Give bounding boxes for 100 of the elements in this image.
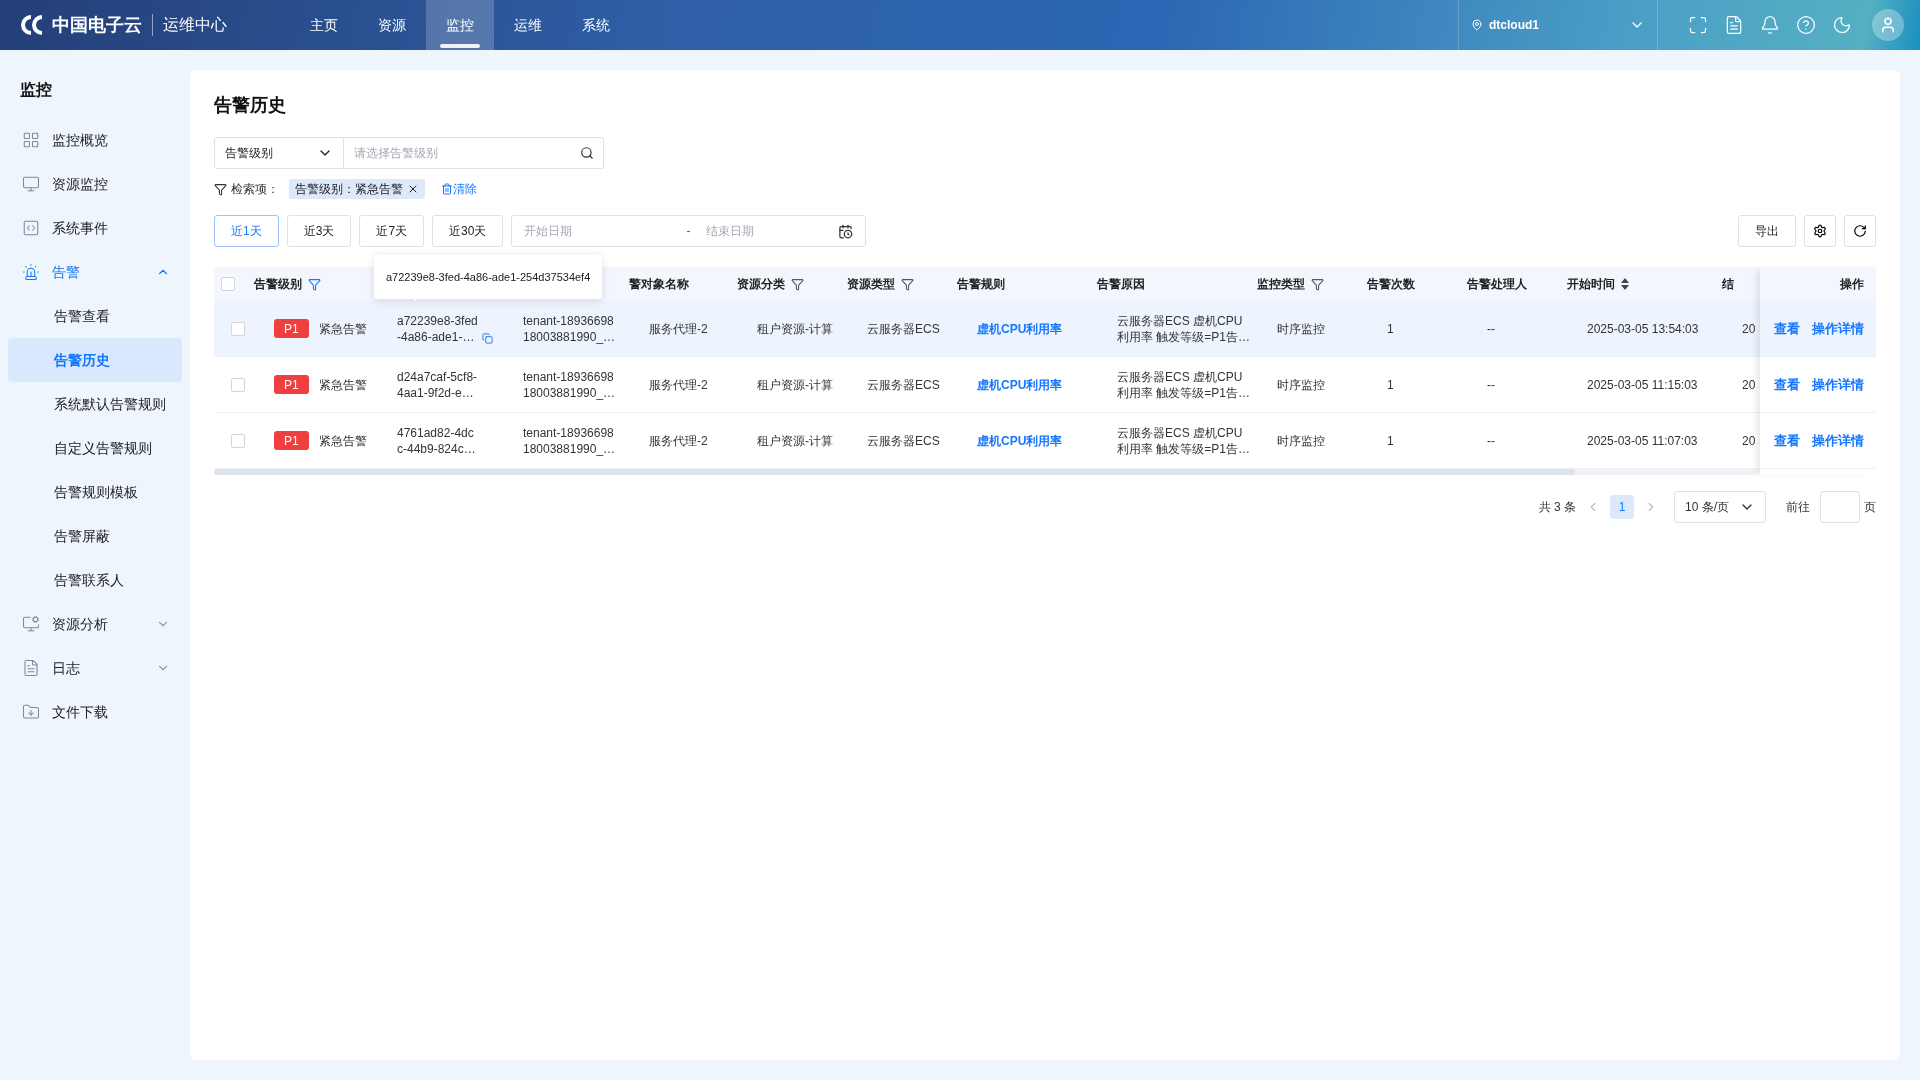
action-link[interactable]: 查看: [1774, 318, 1800, 339]
table-cell: 服务代理-2: [649, 376, 708, 393]
filter-icon[interactable]: [1311, 277, 1324, 291]
column-header: 警对象名称: [629, 276, 689, 293]
action-link[interactable]: 查看: [1774, 374, 1800, 395]
action-link[interactable]: 操作详情: [1812, 318, 1864, 339]
action-link[interactable]: 操作详情: [1812, 430, 1864, 451]
refresh-button[interactable]: [1844, 215, 1876, 247]
settings-button[interactable]: [1804, 215, 1836, 247]
moon-icon[interactable]: [1832, 15, 1852, 35]
sidebar-item[interactable]: 告警: [8, 250, 182, 294]
table-cell: --: [1487, 320, 1495, 337]
column-header: 告警次数: [1367, 276, 1415, 293]
nav-tab[interactable]: 系统: [562, 0, 630, 50]
column-header: 结: [1722, 276, 1734, 293]
checkbox[interactable]: [231, 377, 245, 392]
column-header: 开始时间: [1567, 276, 1615, 293]
checkbox[interactable]: [221, 277, 235, 291]
help-icon[interactable]: [1796, 15, 1816, 35]
search-field[interactable]: 请选择告警级别: [344, 137, 604, 169]
copy-icon[interactable]: [481, 332, 493, 344]
product-name: 运维中心: [163, 15, 227, 35]
sidebar-item[interactable]: 文件下载: [8, 690, 182, 734]
table-cell: 1: [1387, 320, 1394, 337]
sidebar-item[interactable]: 资源监控: [8, 162, 182, 206]
table-cell: 时序监控: [1277, 432, 1325, 449]
range-button[interactable]: 近3天: [286, 215, 352, 247]
close-icon[interactable]: [407, 183, 419, 195]
code-window-icon: [22, 219, 40, 237]
severity-text: 紧急告警: [318, 376, 367, 394]
tooltip: a72239e8-3fed-4a86-ade1-254d37534ef4: [374, 255, 603, 299]
page-size-select[interactable]: 10 条/页: [1674, 491, 1766, 523]
page-title: 告警历史: [214, 94, 287, 117]
sort-icon[interactable]: [1621, 278, 1629, 290]
sidebar-item[interactable]: 日志: [8, 646, 182, 690]
total-count: 共 3 条: [1538, 499, 1576, 516]
monitor-icon: [22, 175, 40, 193]
location-pin-icon: [1471, 19, 1483, 31]
table-cell: 4761ad82-4dc c-44b9-824c…: [397, 424, 476, 457]
fullscreen-icon[interactable]: [1688, 15, 1708, 35]
table-cell: 时序监控: [1277, 376, 1325, 393]
sidebar-subitem[interactable]: 自定义告警规则: [8, 426, 182, 470]
page-input[interactable]: [1820, 491, 1860, 523]
sidebar-item[interactable]: 监控概览: [8, 118, 182, 162]
brand-name: 中国电子云: [52, 13, 142, 37]
priority-badge: P1: [274, 431, 309, 450]
sidebar-subitem[interactable]: 告警联系人: [8, 558, 182, 602]
sidebar-subitem[interactable]: 告警屏蔽: [8, 514, 182, 558]
rule-link[interactable]: 虚机CPU利用率: [977, 320, 1063, 337]
calendar-icon: [838, 223, 854, 239]
column-header: 操作: [1840, 276, 1864, 293]
table-cell: 云服务器ECS 虚机CPU 利用率 触发等级=P1告…: [1117, 312, 1251, 345]
folder-download-icon: [22, 703, 40, 721]
refresh-icon: [1853, 224, 1867, 238]
rule-link[interactable]: 虚机CPU利用率: [977, 432, 1063, 449]
action-link[interactable]: 查看: [1774, 430, 1800, 451]
nav-tab[interactable]: 资源: [358, 0, 426, 50]
rule-link[interactable]: 虚机CPU利用率: [977, 376, 1063, 393]
severity-text: 紧急告警: [318, 320, 367, 338]
nav-tab[interactable]: 监控: [426, 0, 494, 50]
column-header: 告警规则: [957, 276, 1005, 293]
range-button[interactable]: 近7天: [359, 215, 425, 247]
sidebar-item[interactable]: 资源分析: [8, 602, 182, 646]
table-cell: a72239e8-3fed -4a86-ade1-…: [397, 312, 478, 345]
column-header: 告警处理人: [1467, 276, 1527, 293]
column-header: 告警级别: [254, 276, 302, 293]
sidebar-subitem[interactable]: 告警查看: [8, 294, 182, 338]
table-cell: --: [1487, 376, 1495, 393]
range-button[interactable]: 近30天: [432, 215, 504, 247]
sidebar-subitem[interactable]: 告警规则模板: [8, 470, 182, 514]
search-icon[interactable]: [580, 146, 594, 160]
clear-button[interactable]: 清除: [441, 180, 477, 198]
export-button[interactable]: 导出: [1738, 215, 1796, 247]
nav-tab[interactable]: 主页: [290, 0, 358, 50]
table-cell: tenant-18936698 18003881990_…: [523, 368, 616, 401]
bell-icon[interactable]: [1760, 15, 1780, 35]
table-cell: 服务代理-2: [649, 432, 708, 449]
filter-icon[interactable]: [308, 277, 321, 291]
nav-tab[interactable]: 运维: [494, 0, 562, 50]
checkbox[interactable]: [231, 321, 245, 336]
action-link[interactable]: 操作详情: [1812, 374, 1864, 395]
sidebar-subitem[interactable]: 系统默认告警规则: [8, 382, 182, 426]
document-icon[interactable]: [1724, 15, 1744, 35]
monitor-gear-icon: [22, 615, 40, 633]
avatar[interactable]: [1872, 9, 1904, 41]
range-button[interactable]: 近1天: [214, 215, 279, 247]
date-range-field[interactable]: 开始日期 - 结束日期: [511, 215, 867, 247]
page-number[interactable]: 1: [1610, 495, 1634, 519]
field-select[interactable]: 告警级别: [214, 137, 344, 169]
table-cell: 1: [1387, 376, 1394, 393]
severity-text: 紧急告警: [318, 432, 367, 450]
column-header: 监控类型: [1257, 276, 1305, 293]
checkbox[interactable]: [231, 433, 245, 448]
filter-icon[interactable]: [791, 277, 804, 291]
priority-badge: P1: [274, 319, 309, 338]
table-cell: 20: [1742, 432, 1756, 449]
scrollbar-thumb[interactable]: [214, 469, 1575, 475]
user-icon: [1879, 16, 1897, 34]
filter-icon[interactable]: [901, 277, 914, 291]
sidebar-item[interactable]: 系统事件: [8, 206, 182, 250]
